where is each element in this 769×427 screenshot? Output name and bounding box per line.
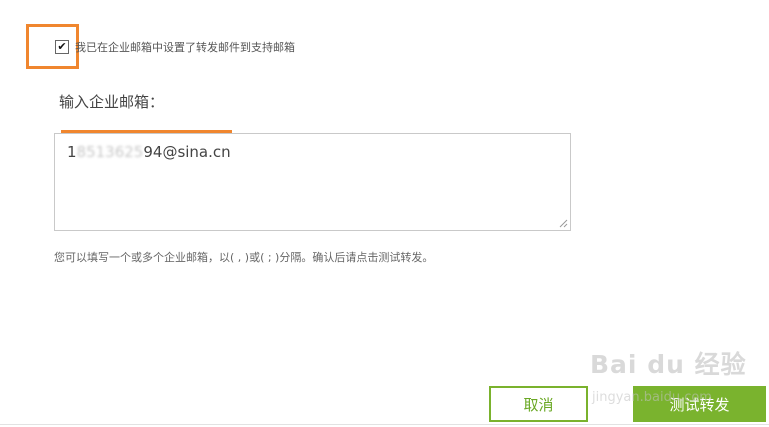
enterprise-email-textarea[interactable]: 1851362594@sina.cn (54, 133, 571, 231)
email-value-prefix: 1 (67, 143, 77, 161)
email-value-obscured: 8513625 (76, 143, 144, 161)
enterprise-email-label: 输入企业邮箱： (59, 93, 165, 111)
footer-divider (0, 424, 769, 425)
watermark-url: jingyan.baidu.com (592, 390, 712, 405)
forwarding-confirm-row[interactable]: ✔ 我已在企业邮箱中设置了转发邮件到支持邮箱 (55, 38, 295, 56)
forwarding-confirm-checkbox[interactable]: ✔ (55, 40, 69, 54)
email-value-suffix: 94@sina.cn (143, 143, 231, 161)
forwarding-confirm-label: 我已在企业邮箱中设置了转发邮件到支持邮箱 (75, 41, 295, 54)
cancel-button[interactable]: 取消 (489, 386, 588, 422)
email-hint-text: 您可以填写一个或多个企业邮箱，以( , )或( ; )分隔。确认后请点击测试转发… (54, 251, 434, 264)
resize-handle-icon[interactable] (559, 219, 568, 228)
watermark-brand: Bai du 经验 (590, 350, 747, 379)
baidu-jingyan-watermark: Bai du 经验 jingyan.baidu.com (590, 345, 768, 415)
enterprise-email-value: 1851362594@sina.cn (67, 143, 231, 161)
